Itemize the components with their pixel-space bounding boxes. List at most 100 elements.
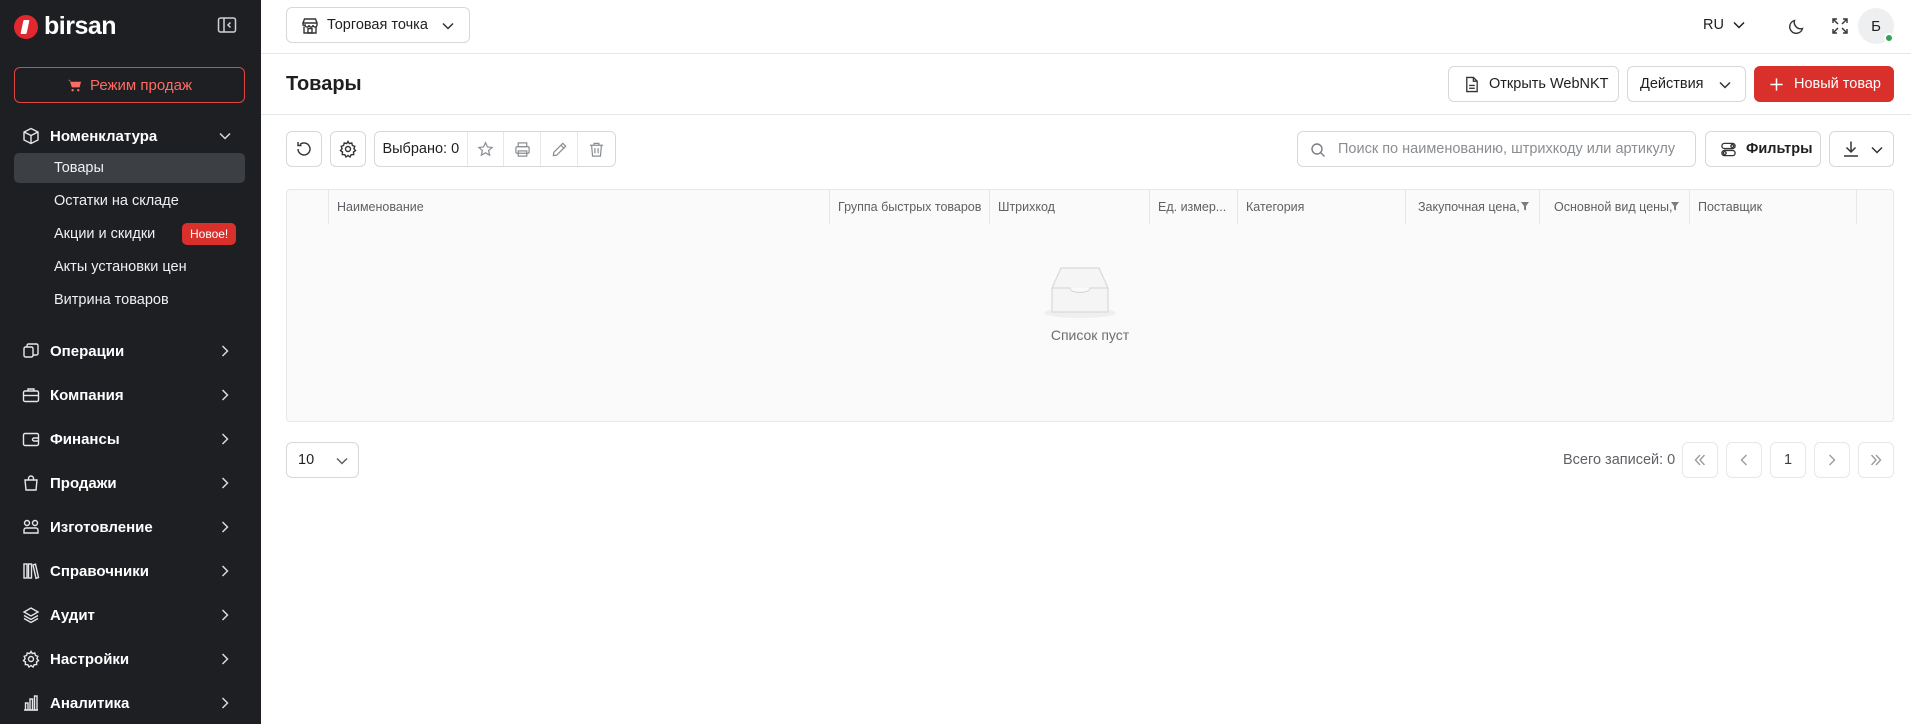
filter-icon[interactable] (1521, 202, 1529, 211)
plus-icon (1770, 78, 1783, 91)
briefcase-icon (22, 388, 40, 403)
moon-icon[interactable] (1787, 16, 1807, 36)
open-webnkt-button[interactable]: Открыть WebNKT (1448, 66, 1619, 102)
new-badge: Новое! (182, 223, 237, 245)
store-icon (302, 18, 318, 34)
sidebar-section-label: Продажи (50, 474, 117, 492)
column-quick-group[interactable]: Группа быстрых товаров (830, 190, 990, 224)
chevron-right-icon (221, 653, 229, 665)
shopping-bag-icon (24, 475, 38, 491)
new-item-button[interactable]: Новый товар (1754, 66, 1894, 102)
column-unit[interactable]: Ед. измер... (1150, 190, 1238, 224)
cube-icon (23, 127, 39, 145)
current-page-button[interactable]: 1 (1770, 442, 1806, 478)
brand-logo[interactable]: birsan (14, 12, 117, 41)
new-item-label: Новый товар (1794, 76, 1881, 92)
chevron-right-icon (221, 477, 229, 489)
sale-mode-label: Режим продаж (89, 76, 193, 94)
brand-logo-icon (14, 14, 38, 39)
sidebar-section-label: Настройки (50, 650, 130, 668)
sidebar-section-label: Изготовление (50, 518, 153, 536)
sidebar-section-sales[interactable]: Продажи (0, 465, 261, 501)
actions-button[interactable]: Действия (1627, 66, 1746, 102)
chevron-right-icon (221, 521, 229, 533)
wallet-icon (22, 432, 40, 447)
last-page-button[interactable] (1858, 442, 1894, 478)
toggles-icon (1721, 142, 1736, 157)
sidebar-item-label: Витрина товаров (54, 292, 169, 308)
sidebar-item-label: Остатки на складе (54, 193, 179, 209)
star-icon (477, 140, 494, 156)
sidebar-section-nomenclature[interactable]: Номенклатура (0, 118, 261, 154)
refresh-button[interactable] (286, 131, 322, 167)
column-supplier[interactable]: Поставщик (1690, 190, 1857, 224)
chevron-left-icon (1740, 454, 1747, 466)
sidebar-section-audit[interactable]: Аудит (0, 597, 261, 633)
chevron-down-icon (219, 132, 231, 140)
delete-button[interactable] (578, 132, 615, 166)
sidebar-item-price-acts[interactable]: Акты установки цен (14, 252, 245, 282)
first-page-button[interactable] (1682, 442, 1718, 478)
empty-state: Список пуст (287, 224, 1893, 421)
chevron-down-icon (1733, 21, 1745, 29)
filters-button[interactable]: Фильтры (1705, 131, 1821, 167)
sidebar-section-company[interactable]: Компания (0, 377, 261, 413)
language-label: RU (1703, 17, 1724, 33)
production-icon (23, 519, 39, 534)
chevron-down-icon (1719, 81, 1731, 89)
export-button[interactable] (1829, 131, 1894, 167)
page-size-select[interactable]: 10 (286, 442, 359, 478)
sidebar-section-production[interactable]: Изготовление (0, 509, 261, 545)
empty-text: Список пуст (1050, 327, 1130, 343)
sidebar-collapse-icon[interactable] (217, 16, 237, 34)
filters-label: Фильтры (1746, 141, 1813, 157)
sidebar-item-promotions[interactable]: Акции и скидки Новое! (14, 219, 245, 249)
language-select[interactable]: RU (1703, 17, 1746, 33)
download-icon (1844, 141, 1858, 157)
sidebar-section-settings[interactable]: Настройки (0, 641, 261, 677)
column-purchase-price[interactable]: Закупочная цена, (1406, 190, 1540, 224)
sidebar-section-analytics[interactable]: Аналитика (0, 685, 261, 721)
selection-toolbar: Выбрано: 0 (374, 131, 616, 167)
column-category[interactable]: Категория (1238, 190, 1406, 224)
page-title: Товары (286, 73, 362, 95)
favorite-button[interactable] (468, 132, 505, 166)
edit-button[interactable] (541, 132, 579, 166)
sidebar-item-products[interactable]: Товары (14, 153, 245, 183)
operations-icon (23, 343, 39, 358)
gear-icon (339, 140, 357, 158)
chevron-right-icon (1829, 454, 1836, 466)
table-settings-button[interactable] (330, 131, 366, 167)
print-button[interactable] (504, 132, 542, 166)
products-table: Наименование Группа быстрых товаров Штри… (286, 189, 1894, 422)
fullscreen-icon[interactable] (1830, 16, 1850, 36)
sidebar-section-finance[interactable]: Финансы (0, 421, 261, 457)
cart-icon (67, 79, 82, 91)
selected-count: Выбрано: 0 (375, 132, 468, 166)
sidebar-section-label: Номенклатура (50, 127, 158, 145)
select-all-column[interactable] (287, 190, 329, 224)
total-records: Всего записей: 0 (1563, 452, 1676, 468)
sidebar-section-operations[interactable]: Операции (0, 333, 261, 369)
prev-page-button[interactable] (1726, 442, 1762, 478)
sidebar-section-label: Финансы (50, 430, 120, 448)
store-select[interactable]: Торговая точка (286, 7, 470, 43)
pencil-icon (552, 141, 567, 156)
empty-inbox-icon (1044, 267, 1116, 318)
column-main-price[interactable]: Основной вид цены, (1540, 190, 1690, 224)
search-input[interactable] (1338, 132, 1688, 166)
sidebar-item-label: Акции и скидки (54, 226, 156, 242)
column-name[interactable]: Наименование (329, 190, 830, 224)
sidebar-section-references[interactable]: Справочники (0, 553, 261, 589)
chevron-right-icon (221, 565, 229, 577)
sidebar-item-stock[interactable]: Остатки на складе (14, 186, 245, 216)
sidebar-item-showcase[interactable]: Витрина товаров (14, 285, 245, 315)
next-page-button[interactable] (1814, 442, 1850, 478)
filter-icon[interactable] (1671, 202, 1679, 211)
online-status-dot (1884, 33, 1894, 43)
sale-mode-button[interactable]: Режим продаж (14, 67, 245, 103)
gear-icon (22, 650, 40, 668)
column-barcode[interactable]: Штрихкод (990, 190, 1150, 224)
sidebar-section-label: Аналитика (50, 694, 130, 712)
sidebar-section-label: Справочники (50, 562, 149, 580)
